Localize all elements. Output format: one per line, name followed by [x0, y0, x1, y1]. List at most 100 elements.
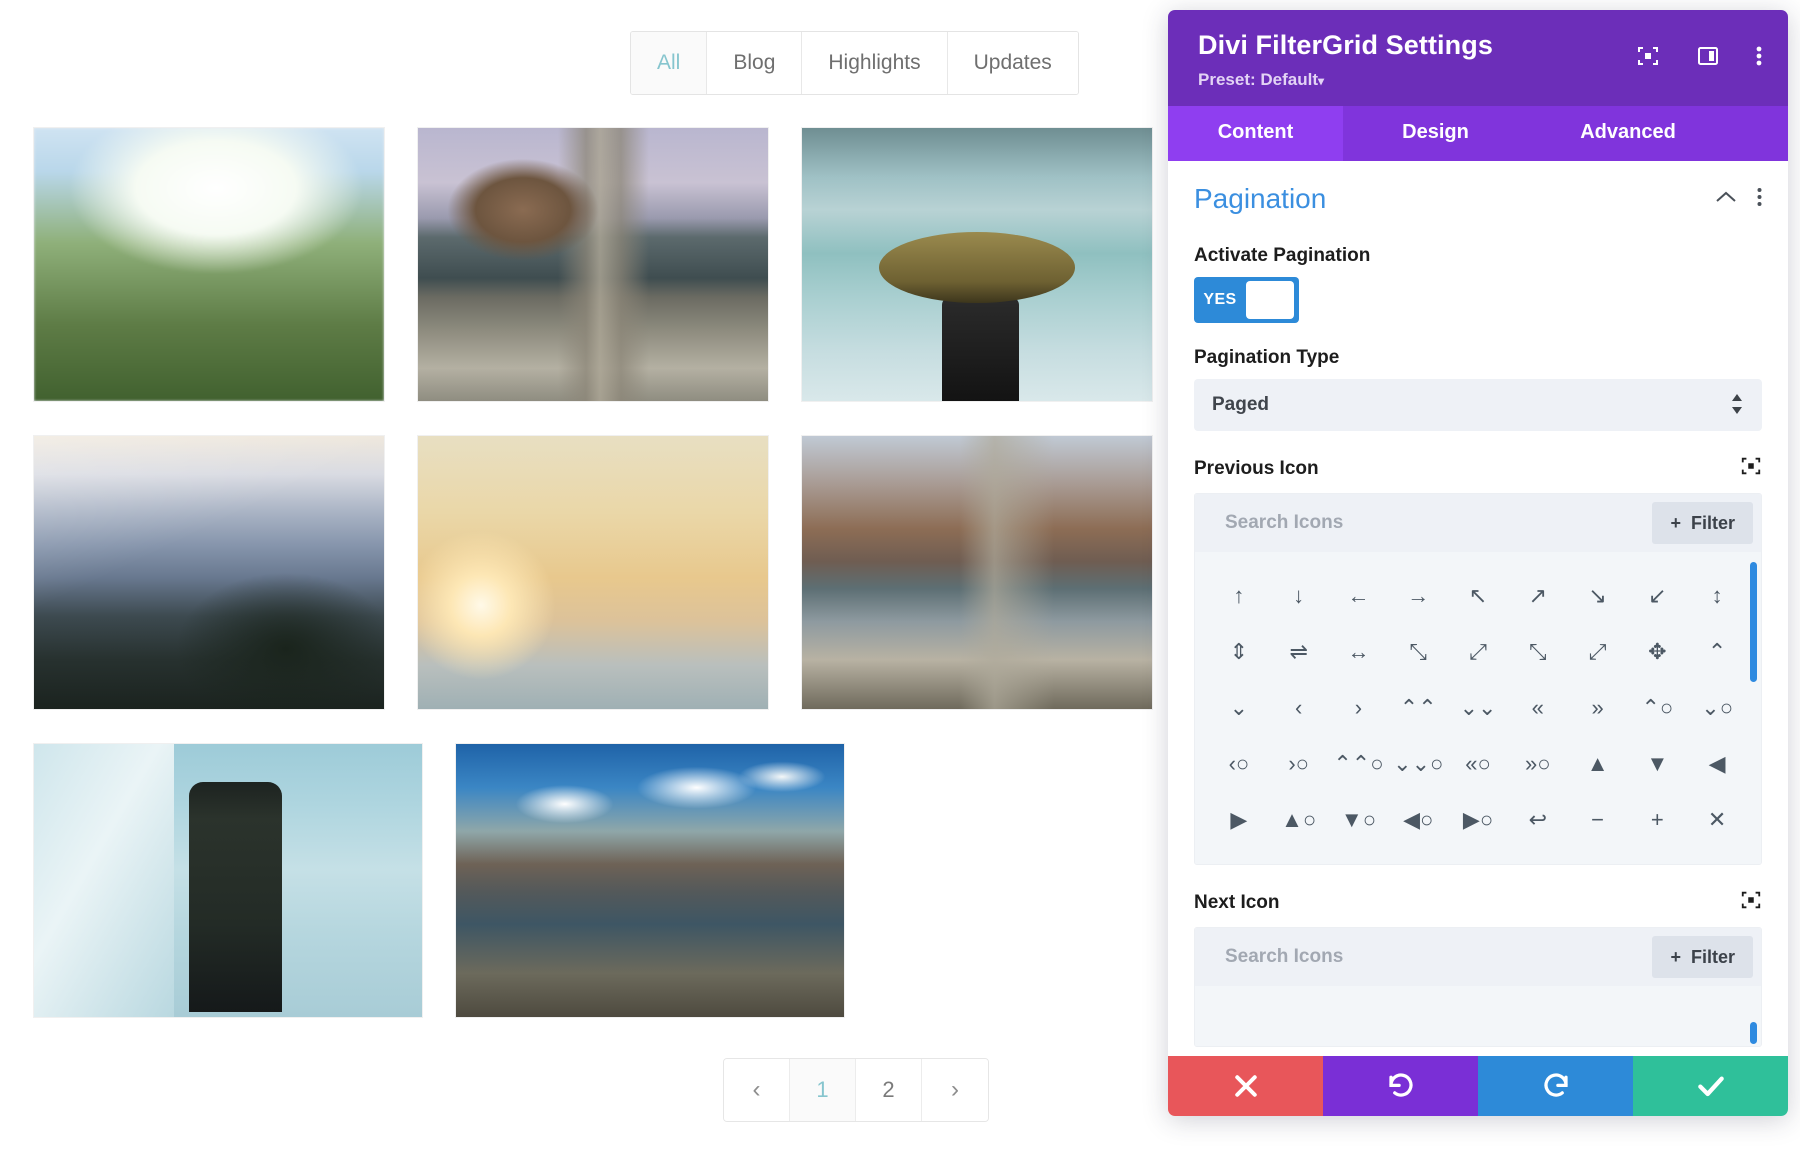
activate-pagination-toggle[interactable]: YES: [1194, 277, 1299, 323]
icon-grid-cell[interactable]: ⌄: [1209, 680, 1269, 736]
icon-grid-cell[interactable]: ⌄⌄: [1448, 680, 1508, 736]
pagination-next-button[interactable]: ›: [922, 1059, 988, 1121]
redo-button[interactable]: [1478, 1056, 1633, 1116]
focus-target-icon[interactable]: [1740, 455, 1762, 483]
icon-grid-cell[interactable]: ↓: [1269, 568, 1329, 624]
filter-tab-highlights[interactable]: Highlights: [802, 32, 947, 94]
icon-grid-cell[interactable]: »○: [1508, 736, 1568, 792]
gallery-tile[interactable]: [455, 743, 845, 1018]
filter-tab-updates[interactable]: Updates: [948, 32, 1078, 94]
pagination-type-select[interactable]: Paged: [1194, 379, 1762, 431]
icon-grid-cell[interactable]: ▲: [1568, 736, 1628, 792]
gallery-tile[interactable]: [33, 127, 385, 402]
chevron-up-icon[interactable]: [1715, 190, 1737, 209]
icon-grid-cell[interactable]: ↩: [1508, 792, 1568, 848]
icon-grid-cell[interactable]: ⤡: [1388, 624, 1448, 680]
panel-header: Divi FilterGrid Settings Preset: Default…: [1168, 10, 1788, 106]
icon-grid-cell[interactable]: ↔: [1329, 624, 1389, 680]
icon-grid-cell[interactable]: ⌃○: [1627, 680, 1687, 736]
icon-grid-cell[interactable]: ←: [1329, 568, 1389, 624]
gallery-pagination: ‹ 1 2 ›: [723, 1058, 989, 1122]
icon-grid-cell[interactable]: ↖: [1448, 568, 1508, 624]
focus-target-icon[interactable]: [1740, 889, 1762, 917]
gallery-tile[interactable]: [33, 743, 423, 1018]
pagination-prev-button[interactable]: ‹: [724, 1059, 790, 1121]
pagination-page-2[interactable]: 2: [856, 1059, 922, 1121]
icon-grid-cell[interactable]: →: [1388, 568, 1448, 624]
gallery-image-lakeridge: [802, 436, 1152, 709]
icon-grid-cell[interactable]: ↑: [1209, 568, 1269, 624]
icon-grid-cell[interactable]: ⤢: [1568, 624, 1628, 680]
gallery-tile[interactable]: [417, 435, 769, 710]
focus-target-icon[interactable]: [1636, 44, 1660, 68]
next-icon-filter-button[interactable]: + Filter: [1652, 936, 1753, 978]
plus-icon: +: [1670, 947, 1681, 968]
icon-grid-row: ‹○›○⌃⌃○⌄⌄○«○»○▲▼◀: [1209, 736, 1747, 792]
icon-grid-cell[interactable]: ⌃⌃○: [1329, 736, 1389, 792]
icon-grid-cell[interactable]: −: [1568, 792, 1628, 848]
icon-grid-cell[interactable]: ↕: [1687, 568, 1747, 624]
gallery-tile[interactable]: [801, 127, 1153, 402]
tab-content[interactable]: Content: [1168, 106, 1343, 161]
icon-grid-cell[interactable]: ⤡: [1508, 624, 1568, 680]
icon-grid-cell[interactable]: ↘: [1568, 568, 1628, 624]
tab-design[interactable]: Design: [1343, 106, 1528, 161]
pagination-type-label: Pagination Type: [1194, 347, 1762, 369]
icon-grid-cell[interactable]: ⇕: [1209, 624, 1269, 680]
icon-grid-cell[interactable]: «: [1508, 680, 1568, 736]
chevron-down-icon: ▾: [1318, 74, 1324, 88]
filter-tab-all[interactable]: All: [631, 32, 707, 94]
icon-grid-scrollbar[interactable]: [1750, 1022, 1757, 1044]
icon-grid-cell[interactable]: ▼○: [1329, 792, 1389, 848]
undo-button[interactable]: [1323, 1056, 1478, 1116]
section-controls: [1715, 187, 1762, 212]
icon-grid-cell[interactable]: ◀○: [1388, 792, 1448, 848]
gallery-filter-tabs: All Blog Highlights Updates: [630, 31, 1079, 95]
icon-grid-cell[interactable]: ‹○: [1209, 736, 1269, 792]
icon-grid-cell[interactable]: ↗: [1508, 568, 1568, 624]
icon-grid-cell[interactable]: ›○: [1269, 736, 1329, 792]
icon-grid-cell[interactable]: ‹: [1269, 680, 1329, 736]
icon-grid-cell[interactable]: ▶: [1209, 792, 1269, 848]
icon-grid-cell[interactable]: ↙: [1627, 568, 1687, 624]
icon-grid-rows: ↑↓←→↖↗↘↙↕⇕⇌↔⤡⤢⤡⤢✥⌃⌄‹›⌃⌃⌄⌄«»⌃○⌄○‹○›○⌃⌃○⌄⌄…: [1209, 568, 1747, 848]
search-icons-input[interactable]: Search Icons: [1225, 946, 1343, 968]
previous-icon-grid: ↑↓←→↖↗↘↙↕⇕⇌↔⤡⤢⤡⤢✥⌃⌄‹›⌃⌃⌄⌄«»⌃○⌄○‹○›○⌃⌃○⌄⌄…: [1195, 552, 1761, 864]
icon-grid-cell[interactable]: ⤢: [1448, 624, 1508, 680]
icon-grid-cell[interactable]: »: [1568, 680, 1628, 736]
icon-grid-cell[interactable]: ⌄○: [1687, 680, 1747, 736]
previous-icon-filter-button[interactable]: + Filter: [1652, 502, 1753, 544]
icon-grid-cell[interactable]: +: [1627, 792, 1687, 848]
icon-grid-cell[interactable]: ▼: [1627, 736, 1687, 792]
next-icon-picker: Search Icons + Filter: [1194, 927, 1762, 1047]
icon-grid-cell[interactable]: ◀: [1687, 736, 1747, 792]
icon-grid-cell[interactable]: ⌃: [1687, 624, 1747, 680]
filter-tab-blog[interactable]: Blog: [707, 32, 802, 94]
icon-grid-cell[interactable]: «○: [1448, 736, 1508, 792]
more-vertical-icon[interactable]: [1757, 187, 1762, 212]
gallery-tile[interactable]: [33, 435, 385, 710]
panel-tabs: Content Design Advanced: [1168, 106, 1788, 161]
gallery-image-binocular: [802, 128, 1152, 401]
panel-preset-selector[interactable]: Preset: Default▾: [1198, 70, 1758, 90]
pagination-page-1[interactable]: 1: [790, 1059, 856, 1121]
gallery-tile[interactable]: [801, 435, 1153, 710]
icon-grid-cell[interactable]: ⌃⌃: [1388, 680, 1448, 736]
layout-panel-icon[interactable]: [1696, 44, 1720, 68]
icon-grid-cell[interactable]: ▲○: [1269, 792, 1329, 848]
gallery-tile[interactable]: [417, 127, 769, 402]
icon-grid-cell[interactable]: ›: [1329, 680, 1389, 736]
cancel-button[interactable]: [1168, 1056, 1323, 1116]
save-button[interactable]: [1633, 1056, 1788, 1116]
search-icons-input[interactable]: Search Icons: [1225, 512, 1343, 534]
icon-grid-cell[interactable]: ✕: [1687, 792, 1747, 848]
icon-grid-cell[interactable]: ✥: [1627, 624, 1687, 680]
previous-icon-picker: Search Icons + Filter ↑↓←→↖↗↘↙↕⇕⇌↔⤡⤢⤡⤢✥⌃…: [1194, 493, 1762, 865]
tab-advanced[interactable]: Advanced: [1528, 106, 1728, 161]
icon-grid-cell[interactable]: ⌄⌄○: [1388, 736, 1448, 792]
icon-grid-scrollbar[interactable]: [1750, 562, 1757, 682]
icon-grid-cell[interactable]: ⇌: [1269, 624, 1329, 680]
icon-grid-cell[interactable]: ▶○: [1448, 792, 1508, 848]
gallery-image-gorge: [34, 436, 384, 709]
more-vertical-icon[interactable]: [1756, 44, 1762, 68]
